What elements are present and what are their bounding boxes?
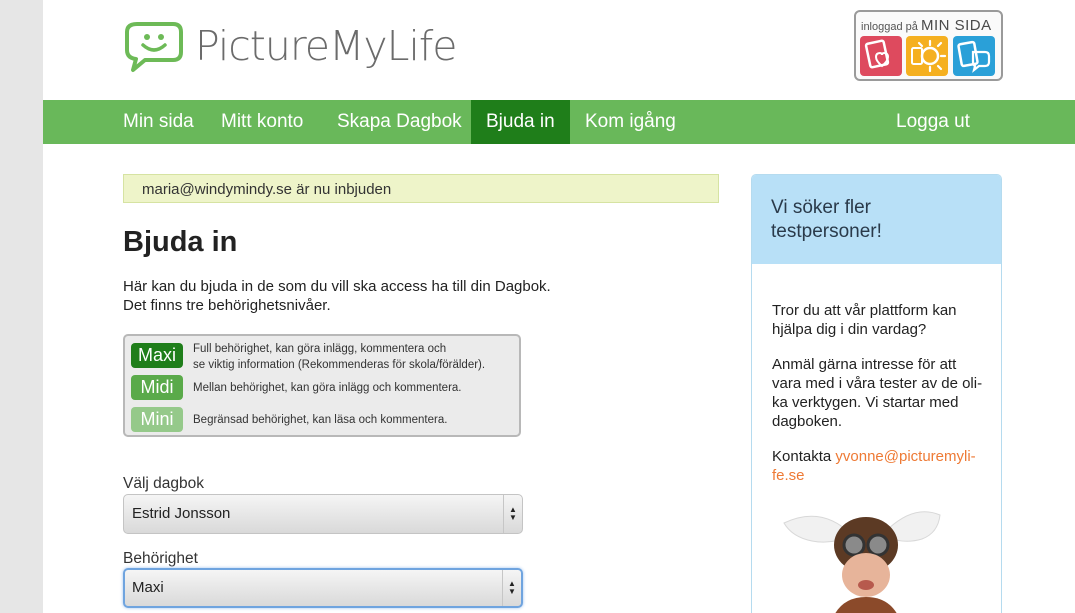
nav-kom-igang[interactable]: Kom igång [570,100,691,144]
min-sida-title: MIN SIDA [920,17,992,34]
sun-clock-icon[interactable] [906,36,948,76]
success-notice: maria@windymindy.se är nu inbjuden [123,174,719,203]
maxi-description-line-2: se viktig information (Rekommenderas för… [193,359,486,371]
sidebar-paragraph-2: Anmäl gärna intresse för att vara med i … [772,356,983,430]
nav-min-sida[interactable]: Min sida [108,100,209,144]
nav-bjuda-in[interactable]: Bjuda in [471,100,570,144]
sidebar-title: Vi söker fler testpersoner! [771,197,882,242]
intro-text: Här kan du bjuda in de som du vill ska a… [123,277,551,315]
min-sida-prefix: inloggad på [861,21,918,33]
midi-description: Mellan behörighet, kan göra inlägg och k… [193,382,462,394]
page-title: Bjuda in [123,226,238,258]
smiley-speech-bubble-icon [125,22,183,72]
midi-badge: Midi [131,375,183,400]
maxi-description-line-1: Full behörighet, kan göra inlägg, kommen… [193,343,447,355]
flying-kid-illustration [783,511,941,613]
sidebar-header: Vi söker fler testpersoner! [752,175,1001,264]
sidebar-paragraph-1: Tror du att vår plattform kan hjälpa dig… [772,302,957,338]
sidebar-body: Tror du att vår plattform kan hjälpa dig… [772,301,984,501]
mini-description: Begränsad behörighet, kan läsa och komme… [193,414,448,426]
select-arrows-icon: ▲ ▼ [503,495,522,533]
main-nav: Min sida Mitt konto Skapa Dagbok Bjuda i… [43,100,1075,144]
maxi-description: Full behörighet, kan göra inlägg, kommen… [193,341,485,373]
permission-select-value: Maxi [132,579,164,596]
chat-bubble-icon[interactable] [953,36,995,76]
permission-select[interactable]: Maxi ▲ ▼ [123,568,523,608]
diary-heart-icon[interactable] [860,36,902,76]
intro-line-1: Här kan du bjuda in de som du vill ska a… [123,278,551,295]
contact-prefix: Kontakta [772,448,832,465]
diary-select[interactable]: Estrid Jonsson ▲ ▼ [123,494,523,534]
select-arrows-icon: ▲ ▼ [502,570,521,606]
logo[interactable]: PictureMyLife [123,18,458,74]
nav-skapa-dagbok[interactable]: Skapa Dagbok [322,100,477,144]
page: PictureMyLife inloggad på MIN SIDA Min s… [43,0,1075,613]
maxi-badge: Maxi [131,343,183,368]
intro-line-2: Det finns tre behörighetsnivåer. [123,297,331,314]
min-sida-label: inloggad på MIN SIDA [861,17,992,34]
mini-badge: Mini [131,407,183,432]
diary-select-label: Välj dagbok [123,475,205,492]
nav-mitt-konto[interactable]: Mitt konto [206,100,318,144]
tester-recruitment-box: Vi söker fler testpersoner! Tror du att … [751,174,1002,613]
diary-select-value: Estrid Jonsson [132,505,231,522]
header: PictureMyLife inloggad på MIN SIDA [43,0,1075,100]
logout-link[interactable]: Logga ut [881,100,985,144]
permission-select-label: Behörighet [123,550,198,567]
min-sida-widget[interactable]: inloggad på MIN SIDA [854,10,1003,81]
permission-levels-legend: Maxi Full behörighet, kan göra inlägg, k… [123,334,521,437]
sidebar-contact: Kontakta yvonne@picturemyli-fe.se [772,447,984,485]
brand-name: PictureMyLife [195,22,458,70]
